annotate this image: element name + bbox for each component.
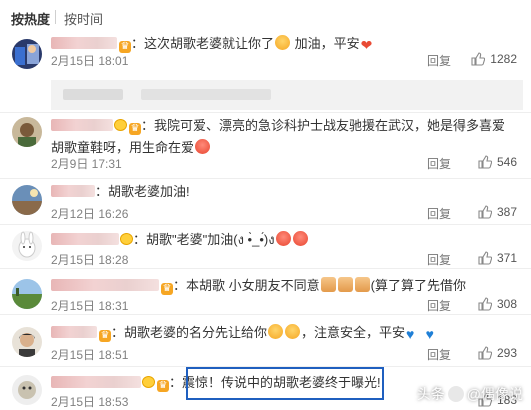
comment-timestamp: 2月12日 16:26 — [51, 207, 129, 221]
vip-crown-icon: ♛ — [157, 380, 169, 392]
like-count: 308 — [496, 297, 517, 311]
thumbs-up-icon — [478, 155, 493, 172]
like-count: 371 — [496, 251, 517, 265]
emoji-icon — [354, 277, 370, 292]
reply-button[interactable]: 回复 — [427, 52, 451, 69]
comment-body-2: 加油，平安 — [294, 36, 360, 51]
avatar[interactable] — [12, 279, 42, 309]
comment-text: ♛ ：本胡歌 小女朋友不同意 (算了算了先借你 — [51, 275, 517, 297]
comment-text: ♛ ：胡歌老婆的名分先让给你 ，注意安全，平安♥ ♥ — [51, 322, 517, 344]
comment-timestamp: 2月15日 18:51 — [51, 348, 129, 362]
vip-crown-icon: ♛ — [99, 330, 111, 342]
vip-crown-icon: ♛ — [161, 283, 173, 295]
sort-by-hot-tab[interactable]: 按热度 — [11, 9, 50, 28]
thumbs-up-icon — [478, 251, 493, 268]
redacted-text — [141, 89, 271, 100]
comment-text: ：胡歌老婆加油! — [51, 181, 517, 203]
comment-text: ♛ ：我院可爱、漂亮的急诊科护士战友驰援在武汉，她是得多喜爱胡歌童鞋呀，用生命在爱 — [51, 118, 506, 155]
emoji-icon — [195, 139, 211, 154]
comment-timestamp: 2月15日 18:53 — [51, 395, 129, 409]
like-count: 546 — [496, 155, 517, 169]
redacted-sub-comment — [51, 80, 523, 110]
comment-item: ：胡歌"老婆"加油(ง •̀_•́)ง 2月15日 18:28 回复 371 — [0, 224, 531, 268]
username-redacted[interactable] — [51, 279, 159, 291]
blue-heart-icon: ♥ — [425, 326, 434, 342]
sort-by-time-tab[interactable]: 按时间 — [64, 9, 103, 28]
username-redacted[interactable] — [51, 185, 95, 197]
emoji-icon — [320, 277, 336, 292]
emoji-icon — [275, 231, 291, 246]
sort-bar: 按热度 按时间 — [0, 0, 531, 34]
comment-body: 本胡歌 小女朋友不同意 — [186, 278, 320, 293]
like-count: 1282 — [490, 52, 517, 66]
avatar[interactable] — [12, 375, 42, 405]
comment-timestamp: 2月15日 18:31 — [51, 299, 129, 313]
comment-timestamp: 2月15日 18:01 — [51, 54, 129, 68]
comment-body: 胡歌老婆加油! — [108, 184, 190, 199]
username-redacted[interactable] — [51, 376, 141, 388]
watermark: 头条 @偶像说 — [417, 384, 523, 404]
badge-icon — [142, 376, 155, 388]
comment-item: ♛ ：这次胡歌老婆就让你了 加油，平安❤ 2月15日 18:01 回复 1282 — [0, 34, 531, 112]
comment-item: ♛ ：胡歌老婆的名分先让给你 ，注意安全，平安♥ ♥ 2月15日 18:51 回复 … — [0, 314, 531, 366]
avatar[interactable] — [12, 185, 42, 215]
like-button[interactable]: 308 — [478, 297, 517, 314]
avatar[interactable] — [12, 39, 42, 69]
avatar[interactable] — [12, 231, 42, 261]
badge-icon — [114, 119, 127, 131]
watermark-source: 头条 — [416, 386, 445, 402]
sort-divider — [55, 10, 56, 24]
thumbs-up-icon — [478, 297, 493, 314]
comment-text: ：胡歌"老婆"加油(ง •̀_•́)ง — [51, 229, 517, 251]
emoji-icon — [292, 231, 308, 246]
comment-body-2: ，注意安全，平安 — [301, 325, 406, 340]
blue-heart-icon: ♥ — [406, 326, 415, 342]
like-button[interactable]: 387 — [478, 205, 517, 222]
vip-crown-icon: ♛ — [129, 123, 141, 135]
comment-item: ：胡歌老婆加油! 2月12日 16:26 回复 387 — [0, 178, 531, 224]
watermark-logo-icon — [447, 386, 464, 402]
heart-icon: ❤ — [360, 37, 373, 53]
badge-icon — [120, 233, 133, 245]
reply-button[interactable]: 回复 — [427, 297, 451, 314]
avatar[interactable] — [12, 117, 42, 147]
comment-item: ♛ ：我院可爱、漂亮的急诊科护士战友驰援在武汉，她是得多喜爱胡歌童鞋呀，用生命在爱… — [0, 112, 531, 178]
comment-body-2: (算了算了先借你 — [370, 278, 466, 293]
watermark-account: @偶像说 — [466, 386, 523, 402]
avatar[interactable] — [12, 327, 42, 357]
emoji-icon — [268, 324, 284, 339]
comment-body: 胡歌"老婆"加油(ง •̀_•́)ง — [146, 232, 275, 247]
comment-body: 胡歌老婆的名分先让给你 — [124, 325, 268, 340]
like-button[interactable]: 1282 — [471, 52, 517, 69]
thumbs-up-icon — [478, 346, 493, 363]
reply-button[interactable]: 回复 — [427, 205, 451, 222]
reply-button[interactable]: 回复 — [427, 346, 451, 363]
comment-timestamp: 2月15日 18:28 — [51, 253, 129, 267]
thumbs-up-icon — [471, 52, 486, 69]
like-count: 293 — [496, 346, 517, 360]
redacted-text — [63, 89, 123, 100]
like-button[interactable]: 546 — [478, 155, 517, 172]
comment-body: 这次胡歌老婆就让你了 — [144, 36, 275, 51]
emoji-icon — [337, 277, 353, 292]
reply-button[interactable]: 回复 — [427, 155, 451, 172]
emoji-icon — [275, 35, 291, 50]
thumbs-up-icon — [478, 205, 493, 222]
highlight-box — [186, 367, 384, 400]
username-redacted[interactable] — [51, 326, 97, 338]
username-redacted[interactable] — [51, 233, 119, 245]
like-button[interactable]: 371 — [478, 251, 517, 268]
username-redacted[interactable] — [51, 37, 117, 49]
like-button[interactable]: 293 — [478, 346, 517, 363]
username-redacted[interactable] — [51, 119, 113, 131]
emoji-icon — [285, 324, 301, 339]
comment-item: ♛ ：本胡歌 小女朋友不同意 (算了算了先借你 2月15日 18:31 回复 308 — [0, 268, 531, 314]
comment-timestamp: 2月9日 17:31 — [51, 157, 122, 171]
reply-button[interactable]: 回复 — [427, 251, 451, 268]
like-count: 387 — [496, 205, 517, 219]
